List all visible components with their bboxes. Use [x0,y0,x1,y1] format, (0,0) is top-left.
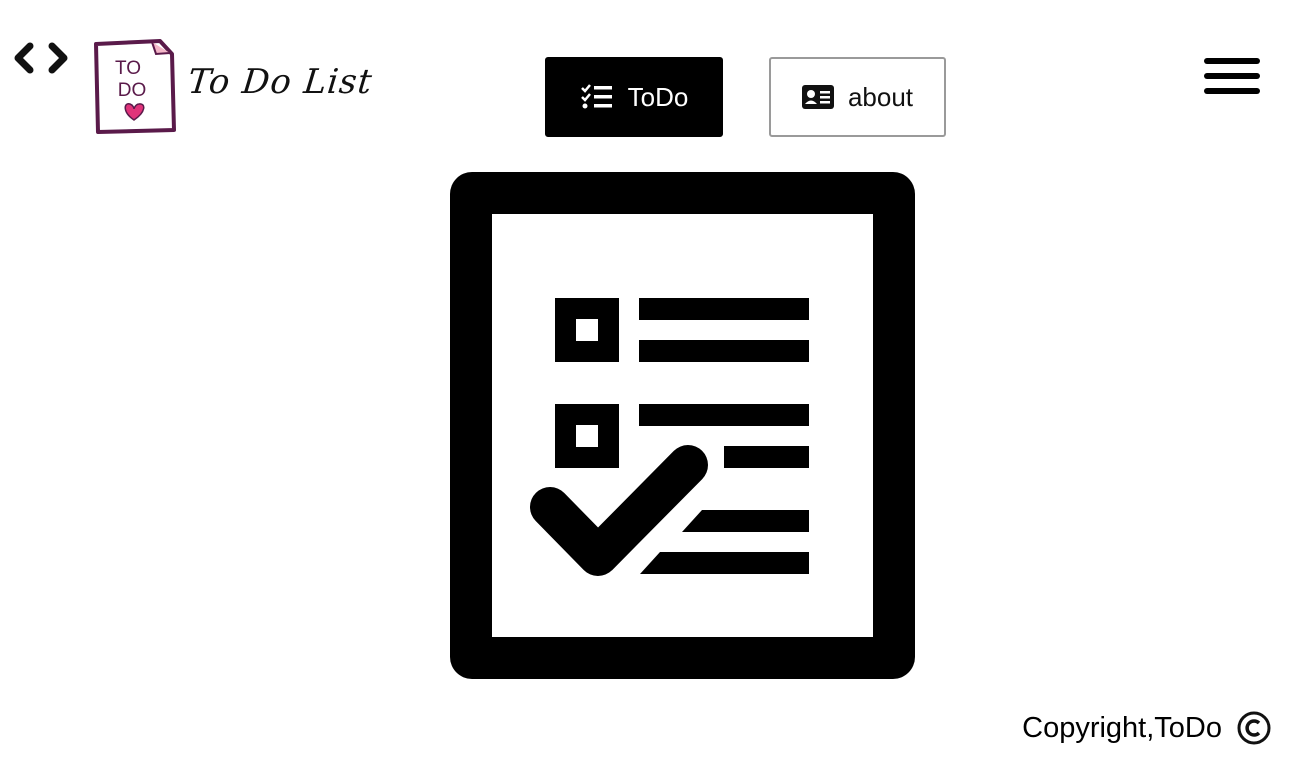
footer: Copyright,ToDo [1022,710,1272,746]
nav-about-label: about [847,81,914,112]
list-check-icon [580,84,612,109]
hamburger-menu-icon[interactable] [1203,56,1261,96]
id-card-icon [801,85,834,109]
nav-todo-label: ToDo [627,81,689,112]
nav-about-button[interactable]: about [769,57,946,137]
logo-title[interactable]: To Do List [186,62,375,102]
code-icon[interactable] [12,40,70,76]
checklist-icon [450,172,915,679]
logo-image[interactable]: TO DO [90,38,178,136]
logo-badge-line2: DO [118,80,147,101]
nav-todo-button[interactable]: ToDo [545,57,723,137]
logo-badge-line1: TO [115,58,141,79]
copyright-icon [1237,711,1271,745]
copyright-text: Copyright,ToDo [1022,711,1222,744]
